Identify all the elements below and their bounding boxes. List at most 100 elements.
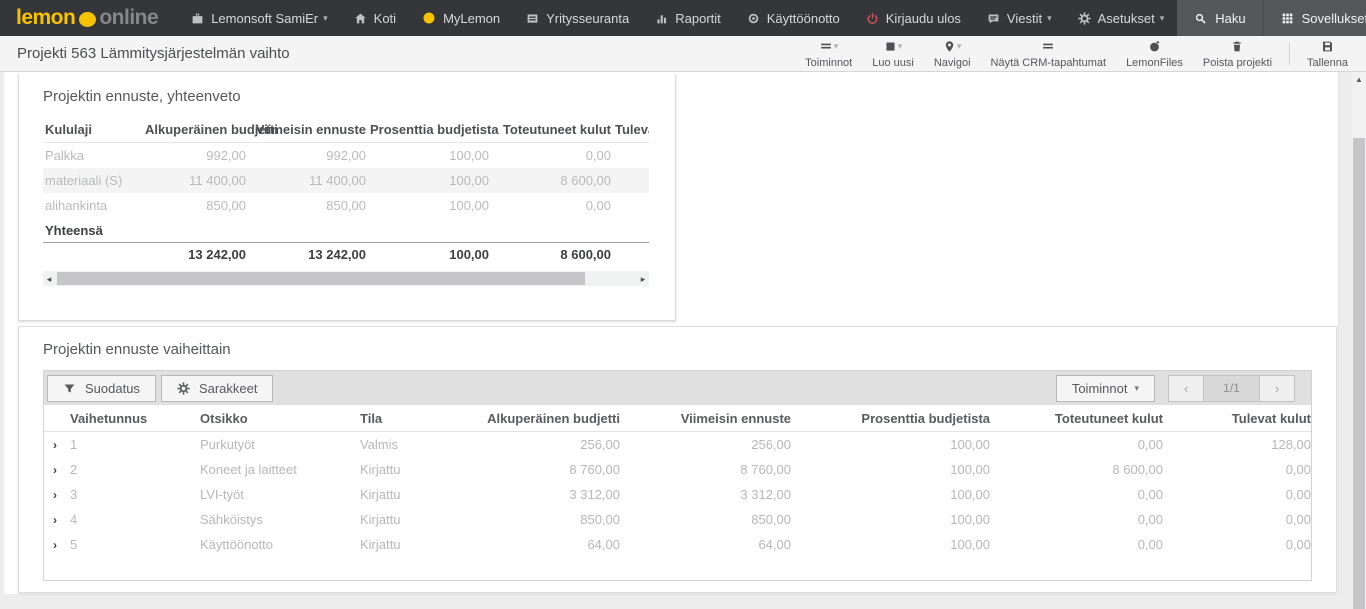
lemon-circle-icon	[423, 12, 435, 24]
nav-item-yritysseuranta[interactable]: Yritysseuranta	[513, 0, 642, 36]
button-label: Luo uusi	[872, 56, 914, 69]
horizontal-scrollbar[interactable]: ◂ ▸	[43, 271, 649, 286]
page-title: Projekti 563 Lämmitysjärjestelmän vaihto	[17, 45, 290, 62]
expand-row-icon[interactable]: ›	[44, 457, 68, 482]
column-header[interactable]: Vaihetunnus	[68, 405, 198, 432]
summary-table-viewport: Kululaji Alkuperäinen budjetti Viimeisin…	[43, 116, 649, 266]
pagination: ‹ 1/1 ›	[1168, 374, 1295, 402]
table-row[interactable]: › 4 Sähköistys Kirjattu 850,00 850,00 10…	[44, 507, 1311, 532]
page-canvas: Projektin ennuste, yhteenveto Kululaji A…	[4, 72, 1339, 594]
nav-item-label: Koti	[373, 10, 397, 26]
vertical-scrollbar-thumb[interactable]	[1353, 138, 1365, 609]
cell-vaihetunnus: 3	[70, 487, 78, 502]
cell-tulevat	[613, 193, 649, 218]
cell-toteutuneet: 8 600,00	[560, 173, 611, 188]
save-button[interactable]: Tallenna	[1297, 36, 1358, 71]
scroll-up-arrow-icon[interactable]: ▲	[1352, 72, 1366, 86]
scroll-left-arrow-icon[interactable]: ◂	[43, 271, 55, 286]
nav-item-label: Asetukset	[1097, 10, 1155, 26]
vertical-scrollbar[interactable]: ▲	[1352, 72, 1366, 609]
table-row[interactable]: › 5 Käyttöönotto Kirjattu 64,00 64,00 10…	[44, 532, 1311, 557]
expand-row-icon[interactable]: ›	[44, 432, 68, 458]
nav-item-kayttoonotto[interactable]: Käyttöönotto	[734, 0, 853, 36]
column-header: Kululaji	[43, 116, 143, 143]
cell-toteutuneet: 8 600,00	[1112, 462, 1163, 477]
logo-text-lemon: lemon	[16, 6, 76, 29]
totals-row: 13 242,00 13 242,00 100,00 8 600,00	[43, 243, 649, 267]
column-header[interactable]: Viimeisin ennuste	[624, 405, 795, 432]
table-row[interactable]: › 1 Purkutyöt Valmis 256,00 256,00 100,0…	[44, 432, 1311, 458]
cell-vaihetunnus: 2	[70, 462, 78, 477]
search-button[interactable]: Haku	[1177, 0, 1262, 36]
cell-toteutuneet: 0,00	[1137, 437, 1163, 452]
cell-budjetti: 992,00	[206, 148, 246, 163]
columns-button[interactable]: Sarakkeet	[160, 374, 274, 402]
cell-ennuste: 992,00	[326, 148, 366, 163]
column-header[interactable]: Otsikko	[198, 405, 358, 432]
nav-item-koti[interactable]: Koti	[341, 0, 409, 36]
cell-ennuste: 64,00	[758, 537, 791, 552]
expand-row-icon[interactable]: ›	[44, 482, 68, 507]
cell-tila: Kirjattu	[360, 462, 401, 477]
briefcase-icon	[192, 13, 203, 23]
navbar-right: Kirjaudu ulos Viestit ▾ Asetukset ▾ Haku	[853, 0, 1366, 36]
navigate-button[interactable]: ▾ Navigoi	[924, 36, 981, 71]
home-icon	[354, 13, 366, 23]
nav-item-mylemon[interactable]: MyLemon	[409, 0, 513, 36]
totals-label-row: Yhteensä	[43, 218, 649, 243]
create-new-button[interactable]: ▾ Luo uusi	[862, 36, 924, 71]
save-icon	[1323, 41, 1332, 51]
nav-item-label: Lemonsoft SamiEr	[211, 10, 319, 26]
summary-header-row: Kululaji Alkuperäinen budjetti Viimeisin…	[43, 116, 649, 143]
column-header[interactable]: Alkuperäinen budjetti	[478, 405, 624, 432]
actions-menu-button[interactable]: ▾ Toiminnot	[795, 36, 862, 71]
table-row[interactable]: › 2 Koneet ja laitteet Kirjattu 8 760,00…	[44, 457, 1311, 482]
cell-ennuste: 11 400,00	[309, 173, 366, 188]
grid-actions-button[interactable]: Toiminnot ▾	[1055, 374, 1155, 402]
next-page-button[interactable]: ›	[1259, 374, 1295, 402]
expand-row-icon[interactable]: ›	[44, 507, 68, 532]
horizontal-scrollbar-thumb[interactable]	[57, 272, 585, 285]
show-crm-events-button[interactable]: Näytä CRM-tapahtumat	[981, 36, 1117, 71]
logo-text-online: online	[99, 6, 159, 29]
cell-budjetti: 3 312,00	[569, 487, 620, 502]
logout-button[interactable]: Kirjaudu ulos	[853, 0, 974, 36]
messages-menu[interactable]: Viestit ▾	[974, 0, 1065, 36]
expander-column-header	[44, 405, 68, 432]
cell-otsikko: Koneet ja laitteet	[200, 462, 297, 477]
nav-item-label: Haku	[1215, 10, 1246, 26]
cell-ennuste: 850,00	[751, 512, 791, 527]
phases-table: Vaihetunnus Otsikko Tila Alkuperäinen bu…	[44, 405, 1311, 557]
grid-toolbar: Suodatus Sarakkeet Toiminnot ▾ ‹ 1/1 ›	[44, 371, 1311, 405]
app-window: lemon online Lemonsoft SamiEr ▾ Koti MyL…	[0, 0, 1366, 609]
button-label: LemonFiles	[1126, 56, 1183, 69]
column-header: Toteutuneet kulut	[491, 116, 613, 143]
button-label: Sarakkeet	[198, 380, 258, 396]
cell-prosenttia: 100,00	[449, 198, 489, 213]
page-indicator: 1/1	[1204, 374, 1259, 402]
nav-item-company[interactable]: Lemonsoft SamiEr ▾	[178, 0, 340, 36]
cell-vaihetunnus: 1	[70, 437, 78, 452]
applications-button[interactable]: Sovellukset	[1262, 0, 1366, 36]
column-header[interactable]: Prosenttia budjetista	[795, 405, 994, 432]
cell-toteutuneet: 0,00	[585, 198, 611, 213]
lemonfiles-button[interactable]: LemonFiles	[1116, 36, 1193, 71]
filter-button[interactable]: Suodatus	[47, 374, 156, 402]
expand-row-icon[interactable]: ›	[44, 532, 68, 557]
column-header[interactable]: Tila	[358, 405, 478, 432]
scroll-right-arrow-icon[interactable]: ▸	[637, 271, 649, 286]
lemon-files-icon	[1150, 40, 1160, 51]
button-label: Toiminnot	[1071, 380, 1128, 396]
settings-menu[interactable]: Asetukset ▾	[1065, 0, 1178, 36]
column-header[interactable]: Tulevat kulut	[1167, 405, 1311, 432]
cell-tulevat: 0,00	[1285, 462, 1311, 477]
cell-tila: Kirjattu	[360, 537, 401, 552]
nav-item-label: Käyttöönotto	[766, 10, 840, 26]
cell-otsikko: Käyttöönotto	[200, 537, 273, 552]
delete-project-button[interactable]: Poista projekti	[1193, 36, 1282, 71]
lemon-online-logo[interactable]: lemon online	[0, 0, 170, 36]
prev-page-button[interactable]: ‹	[1168, 374, 1204, 402]
column-header[interactable]: Toteutuneet kulut	[994, 405, 1167, 432]
nav-item-raportit[interactable]: Raportit	[642, 0, 734, 36]
table-row[interactable]: › 3 LVI-työt Kirjattu 3 312,00 3 312,00 …	[44, 482, 1311, 507]
